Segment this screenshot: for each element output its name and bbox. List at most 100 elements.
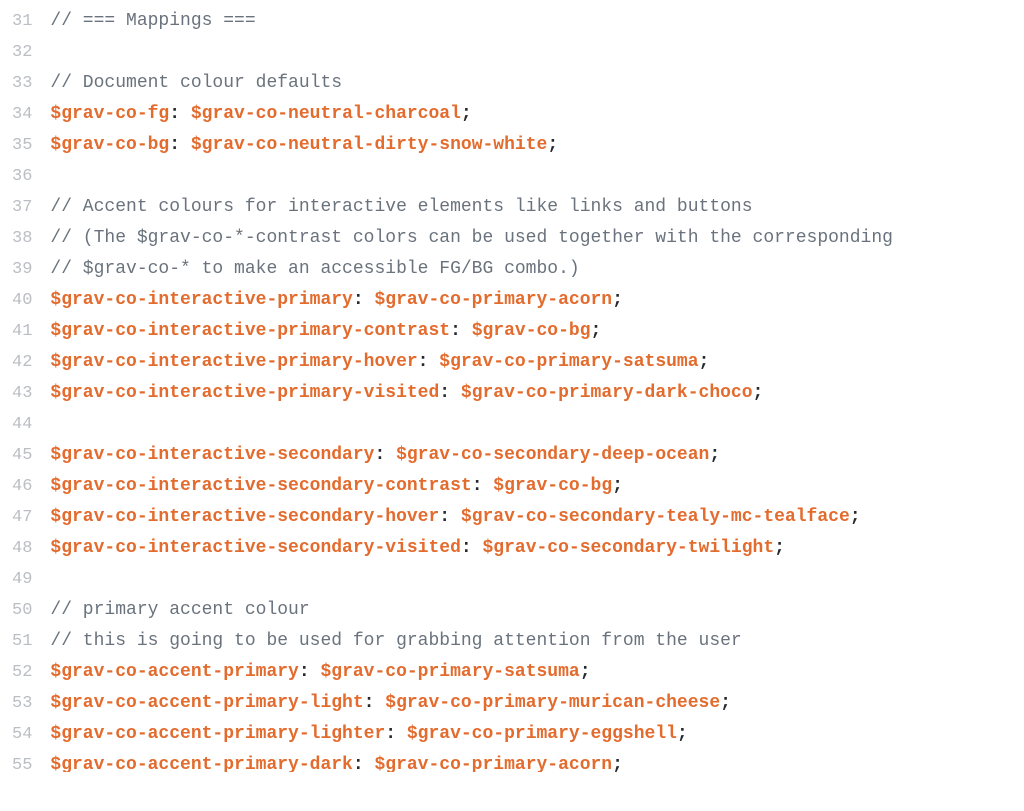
token-comment: // this is going to be used for grabbing… [50,631,741,651]
code-line[interactable]: $grav-co-accent-primary-dark: $grav-co-p… [50,750,1024,772]
token-punct: : [418,352,440,372]
token-punct: : [353,290,375,310]
token-variable: $grav-co-interactive-primary-contrast [50,321,450,341]
token-variable: $grav-co-interactive-secondary-hover [50,507,439,527]
code-line[interactable]: $grav-co-interactive-primary-visited: $g… [50,378,1024,409]
token-punct: ; [720,693,731,713]
line-number: 46 [12,471,32,502]
code-line[interactable]: $grav-co-interactive-primary-contrast: $… [50,316,1024,347]
token-variable: $grav-co-accent-primary [50,662,298,682]
token-variable: $grav-co-interactive-primary [50,290,352,310]
code-line[interactable] [50,161,1024,192]
line-number: 34 [12,99,32,130]
token-variable: $grav-co-primary-murican-cheese [385,693,720,713]
token-variable: $grav-co-accent-primary-dark [50,755,352,772]
code-line[interactable]: $grav-co-interactive-secondary-visited: … [50,533,1024,564]
line-number: 41 [12,316,32,347]
token-variable: $grav-co-primary-dark-choco [461,383,753,403]
code-line[interactable] [50,37,1024,68]
line-number: 55 [12,750,32,772]
code-line[interactable]: // Document colour defaults [50,68,1024,99]
code-line[interactable]: $grav-co-fg: $grav-co-neutral-charcoal; [50,99,1024,130]
line-number-gutter: 3132333435363738394041424344454647484950… [0,0,50,811]
line-number: 35 [12,130,32,161]
token-variable: $grav-co-fg [50,104,169,124]
code-line[interactable]: $grav-co-interactive-secondary-contrast:… [50,471,1024,502]
token-variable: $grav-co-accent-primary-lighter [50,724,385,744]
token-comment: // Accent colours for interactive elemen… [50,197,752,217]
code-line[interactable]: $grav-co-accent-primary: $grav-co-primar… [50,657,1024,688]
code-line[interactable]: // primary accent colour [50,595,1024,626]
token-punct: : [472,476,494,496]
line-number: 53 [12,688,32,719]
token-punct: ; [612,755,623,772]
token-punct: ; [612,476,623,496]
token-punct: : [169,135,191,155]
token-punct: ; [591,321,602,341]
token-variable: $grav-co-interactive-secondary-contrast [50,476,471,496]
line-number: 36 [12,161,32,192]
code-line[interactable]: // (The $grav-co-*-contrast colors can b… [50,223,1024,254]
token-punct: ; [547,135,558,155]
code-line[interactable] [50,564,1024,595]
token-variable: $grav-co-interactive-secondary-visited [50,538,460,558]
token-variable: $grav-co-neutral-dirty-snow-white [191,135,547,155]
token-punct: ; [612,290,623,310]
token-variable: $grav-co-interactive-primary-hover [50,352,417,372]
line-number: 44 [12,409,32,440]
token-punct: : [439,507,461,527]
token-variable: $grav-co-accent-primary-light [50,693,363,713]
token-punct: ; [753,383,764,403]
token-variable: $grav-co-primary-satsuma [320,662,579,682]
token-punct: : [439,383,461,403]
code-line[interactable]: $grav-co-accent-primary-lighter: $grav-c… [50,719,1024,750]
line-number: 31 [12,6,32,37]
code-line[interactable]: $grav-co-interactive-primary: $grav-co-p… [50,285,1024,316]
token-punct: : [450,321,472,341]
token-variable: $grav-co-secondary-twilight [482,538,774,558]
code-line[interactable]: $grav-co-interactive-secondary: $grav-co… [50,440,1024,471]
token-variable: $grav-co-bg [50,135,169,155]
code-line[interactable]: // this is going to be used for grabbing… [50,626,1024,657]
code-editor[interactable]: 3132333435363738394041424344454647484950… [0,0,1024,811]
code-line[interactable]: $grav-co-interactive-primary-hover: $gra… [50,347,1024,378]
token-comment: // === Mappings === [50,11,255,31]
token-comment: // primary accent colour [50,600,309,620]
token-comment: // (The $grav-co-*-contrast colors can b… [50,228,893,248]
token-punct: ; [709,445,720,465]
token-variable: $grav-co-secondary-tealy-mc-tealface [461,507,850,527]
code-line[interactable]: // === Mappings === [50,6,1024,37]
token-variable: $grav-co-primary-satsuma [439,352,698,372]
token-variable: $grav-co-bg [472,321,591,341]
code-line[interactable] [50,409,1024,440]
token-variable: $grav-co-primary-acorn [374,755,612,772]
line-number: 40 [12,285,32,316]
line-number: 42 [12,347,32,378]
token-variable: $grav-co-interactive-secondary [50,445,374,465]
token-comment: // $grav-co-* to make an accessible FG/B… [50,259,579,279]
line-number: 47 [12,502,32,533]
code-line[interactable]: // Accent colours for interactive elemen… [50,192,1024,223]
line-number: 43 [12,378,32,409]
line-number: 50 [12,595,32,626]
code-line[interactable]: $grav-co-interactive-secondary-hover: $g… [50,502,1024,533]
token-punct: ; [580,662,591,682]
token-variable: $grav-co-primary-acorn [374,290,612,310]
token-variable: $grav-co-bg [493,476,612,496]
token-variable: $grav-co-secondary-deep-ocean [396,445,709,465]
token-variable: $grav-co-primary-eggshell [407,724,677,744]
line-number: 33 [12,68,32,99]
token-punct: ; [461,104,472,124]
line-number: 51 [12,626,32,657]
line-number: 45 [12,440,32,471]
code-area[interactable]: // === Mappings === // Document colour d… [50,0,1024,811]
code-line[interactable]: $grav-co-bg: $grav-co-neutral-dirty-snow… [50,130,1024,161]
token-punct: : [364,693,386,713]
code-line[interactable]: $grav-co-accent-primary-light: $grav-co-… [50,688,1024,719]
code-line[interactable]: // $grav-co-* to make an accessible FG/B… [50,254,1024,285]
line-number: 39 [12,254,32,285]
line-number: 54 [12,719,32,750]
line-number: 49 [12,564,32,595]
token-comment: // Document colour defaults [50,73,342,93]
token-punct: : [353,755,375,772]
